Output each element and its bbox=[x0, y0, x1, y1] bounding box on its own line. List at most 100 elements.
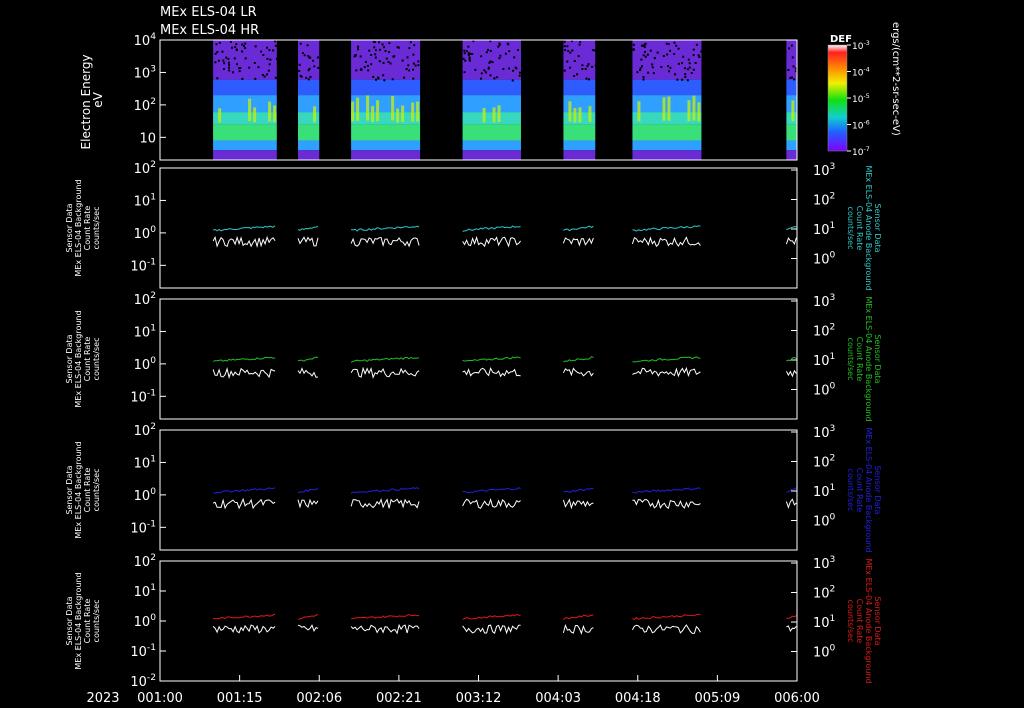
colorbar-tick-label: 10-5 bbox=[852, 93, 870, 105]
spectrogram-burst bbox=[588, 106, 592, 123]
spectrogram-burst bbox=[356, 97, 360, 121]
series-white-line bbox=[562, 237, 594, 247]
series-white-line bbox=[462, 366, 521, 378]
spectrogram-dropout bbox=[669, 66, 672, 69]
series-cyan-line bbox=[297, 226, 319, 231]
spectrogram-dropout bbox=[381, 43, 384, 46]
spectrogram-dropout bbox=[504, 52, 507, 55]
spectrogram-dropout bbox=[355, 69, 358, 72]
spectrogram-dropout bbox=[681, 78, 684, 81]
time-axis-year: 2023 bbox=[86, 691, 119, 706]
spectrogram-dropout bbox=[374, 56, 377, 59]
spectrogram-band bbox=[462, 95, 521, 113]
time-axis-tick-label: 005:09 bbox=[695, 691, 741, 706]
spectrogram-dropout bbox=[495, 76, 498, 79]
spectrogram-dropout bbox=[383, 46, 386, 49]
spectrogram-ylabel: Electron Energy eV bbox=[79, 51, 105, 150]
spectrogram-dropout bbox=[573, 74, 576, 77]
spectrogram-dropout bbox=[385, 57, 388, 60]
series-white-line bbox=[212, 497, 276, 510]
spectrogram-band bbox=[786, 79, 797, 96]
spectrogram-dropout bbox=[668, 70, 671, 73]
series-white-line bbox=[632, 498, 701, 510]
series-blue-line bbox=[350, 487, 420, 494]
panel-right-label: Sensor DataMEx ELS-04 Anode BackgroundCo… bbox=[846, 427, 882, 552]
spectrogram-dropout bbox=[792, 65, 795, 68]
spectrogram-burst bbox=[253, 107, 257, 123]
spectrogram-dropout bbox=[382, 74, 385, 77]
spectrogram-dropout bbox=[268, 49, 271, 52]
spectrogram-dropout bbox=[642, 78, 645, 81]
spectrogram-dropout bbox=[684, 67, 687, 70]
spectrogram-dropout bbox=[298, 69, 301, 72]
spectrogram-dropout bbox=[687, 58, 690, 61]
colorbar-gradient bbox=[827, 44, 848, 152]
time-axis-tick-label: 006:00 bbox=[774, 691, 820, 706]
spectrogram-dropout bbox=[502, 68, 505, 71]
title-hr: MEx ELS-04 HR bbox=[160, 23, 259, 38]
spectrogram-burst bbox=[248, 98, 252, 122]
spectrogram-burst bbox=[411, 102, 415, 122]
series-white-line bbox=[462, 235, 521, 248]
spectrogram-burst bbox=[667, 96, 671, 121]
spectrogram-dropout bbox=[586, 65, 589, 68]
spectrogram-band bbox=[786, 150, 797, 160]
spectrogram-dropout bbox=[257, 66, 260, 69]
spectrogram-band bbox=[786, 140, 797, 151]
series-blue-line bbox=[632, 487, 701, 494]
spectrogram-dropout bbox=[667, 43, 670, 46]
right-axis-tick-label: 100 bbox=[813, 644, 836, 661]
spectrogram-dropout bbox=[507, 43, 510, 46]
right-axis-tick-label: 100 bbox=[813, 382, 836, 399]
panel-left-label: Sensor DataMEx ELS-04 BackgroundCount Ra… bbox=[65, 572, 101, 669]
spectrogram-dropout bbox=[642, 54, 645, 57]
spectrogram-dropout bbox=[268, 63, 271, 66]
spectrogram-dropout bbox=[317, 66, 320, 69]
series-blue-line bbox=[462, 487, 521, 494]
spectrogram-dropout bbox=[306, 44, 309, 47]
spectrogram-dropout bbox=[467, 45, 470, 48]
spectrogram-band bbox=[298, 150, 320, 160]
spectrogram-dropout bbox=[640, 44, 643, 47]
spectrogram-burst bbox=[351, 101, 355, 122]
spectrogram-dropout bbox=[383, 79, 386, 82]
spectrogram-dropout bbox=[644, 55, 647, 58]
spectrogram-band bbox=[351, 95, 421, 113]
spectrogram-dropout bbox=[791, 56, 794, 59]
spectrogram-dropout bbox=[571, 49, 574, 52]
spectrogram-dropout bbox=[569, 51, 572, 54]
spectrogram-dropout bbox=[688, 62, 691, 65]
spectrogram-dropout bbox=[499, 54, 502, 57]
series-white-line bbox=[562, 367, 594, 377]
series-white-line bbox=[350, 236, 420, 248]
spectrogram-burst bbox=[637, 101, 641, 122]
spectrogram-dropout bbox=[379, 48, 382, 51]
spectrogram-dropout bbox=[389, 62, 392, 65]
spectrogram-dropout bbox=[584, 67, 587, 70]
spectrogram-dropout bbox=[468, 59, 471, 62]
spectrogram-dropout bbox=[697, 54, 700, 57]
spectrogram-dropout bbox=[363, 66, 366, 69]
spectrogram-dropout bbox=[235, 49, 238, 52]
spectrogram-dropout bbox=[579, 41, 582, 44]
spectrogram-dropout bbox=[223, 62, 226, 65]
spectrogram-dropout bbox=[487, 48, 490, 51]
panel-frame bbox=[159, 429, 798, 551]
spectrogram-dropout bbox=[391, 78, 394, 81]
spectrogram-dropout bbox=[412, 62, 415, 65]
spectrogram-dropout bbox=[690, 72, 693, 75]
spectrogram-dropout bbox=[647, 71, 650, 74]
spectrogram-dropout bbox=[301, 52, 304, 55]
spectrogram-dropout bbox=[666, 53, 669, 56]
spectrogram-dropout bbox=[364, 60, 367, 63]
spectrogram-dropout bbox=[673, 41, 676, 44]
spectrogram-dropout bbox=[677, 47, 680, 50]
spectrogram-dropout bbox=[642, 76, 645, 79]
panel-4: 102 101 100 10-1 10-2 103 102 101 100 Sensor Data… bbox=[65, 553, 882, 690]
spectrogram-dropout bbox=[360, 68, 363, 71]
colorbar-tick-label: 10-7 bbox=[852, 146, 870, 158]
colorbar-tick-label: 10-3 bbox=[852, 40, 870, 52]
spectrogram-dropout bbox=[512, 69, 515, 72]
spectrogram-band bbox=[462, 40, 521, 80]
spectrogram-dropout bbox=[228, 66, 231, 69]
